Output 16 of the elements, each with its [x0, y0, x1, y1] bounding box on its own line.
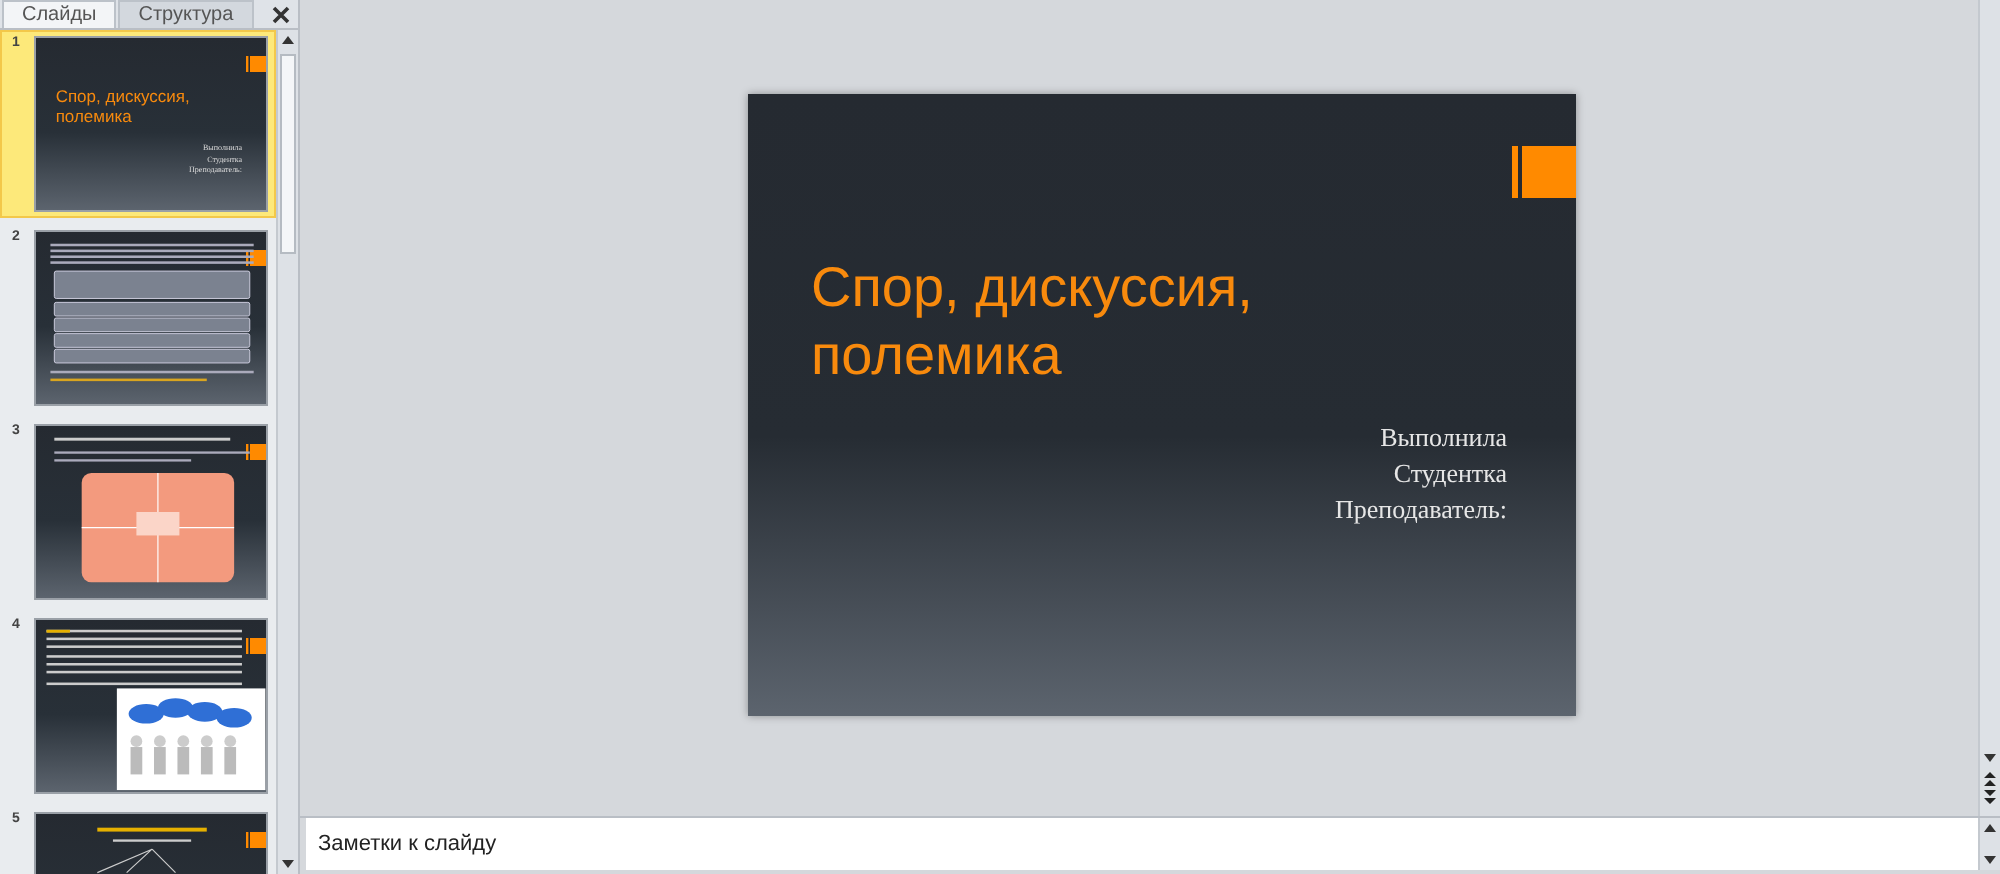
accent-bar-icon — [246, 832, 266, 848]
scrollbar-thumb[interactable] — [280, 54, 296, 254]
slide-subtitle: Студентка — [1393, 456, 1507, 492]
accent-bar-icon — [1511, 146, 1575, 198]
accent-bar-icon — [246, 638, 266, 654]
accent-bar-icon — [246, 444, 266, 460]
slide-subtitle: Выполнила — [1380, 420, 1507, 456]
panel-tab[interactable]: Структура — [118, 0, 254, 28]
accent-bar-icon — [246, 250, 266, 266]
slide-title: Спор, дискуссия, полемика — [811, 254, 1255, 390]
slide-subtitle: Преподаватель: — [1334, 492, 1507, 528]
notes-field[interactable]: Заметки к слайду — [306, 818, 1978, 870]
panel-tab[interactable]: Слайды — [2, 0, 117, 28]
close-icon[interactable] — [272, 6, 290, 24]
accent-bar-icon — [246, 56, 266, 72]
thumbnail-title: Спор, дискуссия, полемика — [55, 86, 192, 126]
